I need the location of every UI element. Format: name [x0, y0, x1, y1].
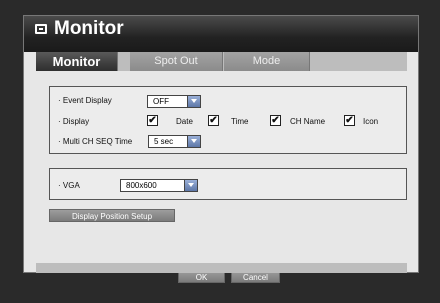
date-label: Date [176, 117, 193, 126]
chevron-down-icon[interactable] [187, 96, 200, 107]
tab-spot-out[interactable]: Spot Out [130, 52, 223, 71]
ch-name-label: CH Name [290, 117, 326, 126]
ch-name-checkbox[interactable]: ✔ [270, 115, 281, 126]
tab-monitor[interactable]: Monitor [36, 52, 118, 71]
icon-label: Icon [363, 117, 379, 126]
time-label: Time [231, 117, 249, 126]
chevron-down-icon[interactable] [187, 136, 200, 147]
event-display-value: OFF [153, 97, 169, 106]
display-position-setup-button[interactable]: Display Position Setup [49, 209, 175, 222]
tab-strip: Monitor Spot Out Mode [36, 52, 407, 71]
window-title: Monitor [54, 18, 124, 39]
vga-value: 800x600 [126, 181, 157, 190]
vga-label: · VGA [58, 181, 80, 190]
time-checkbox[interactable]: ✔ [208, 115, 219, 126]
event-display-select[interactable]: OFF [147, 95, 201, 108]
event-display-label: · Event Display [58, 96, 112, 105]
tab-mode[interactable]: Mode [224, 52, 310, 71]
date-checkbox[interactable]: ✔ [147, 115, 158, 126]
vga-select[interactable]: 800x600 [120, 179, 198, 192]
vga-group: · VGA 800x600 [49, 168, 407, 200]
monitor-icon [35, 24, 47, 34]
multi-ch-seq-select[interactable]: 5 sec [148, 135, 201, 148]
display-label: · Display [58, 117, 90, 126]
multi-ch-seq-value: 5 sec [154, 137, 174, 146]
title-bar: Monitor [24, 16, 418, 52]
footer-bar [36, 263, 407, 273]
display-settings-group: · Event Display OFF · Display ✔ Date ✔ T… [49, 86, 407, 154]
chevron-down-icon[interactable] [184, 180, 197, 191]
multi-ch-seq-label: · Multi CH SEQ Time [58, 137, 133, 146]
icon-checkbox[interactable]: ✔ [344, 115, 355, 126]
monitor-dialog: Monitor Monitor Spot Out Mode · Event Di… [23, 15, 419, 283]
